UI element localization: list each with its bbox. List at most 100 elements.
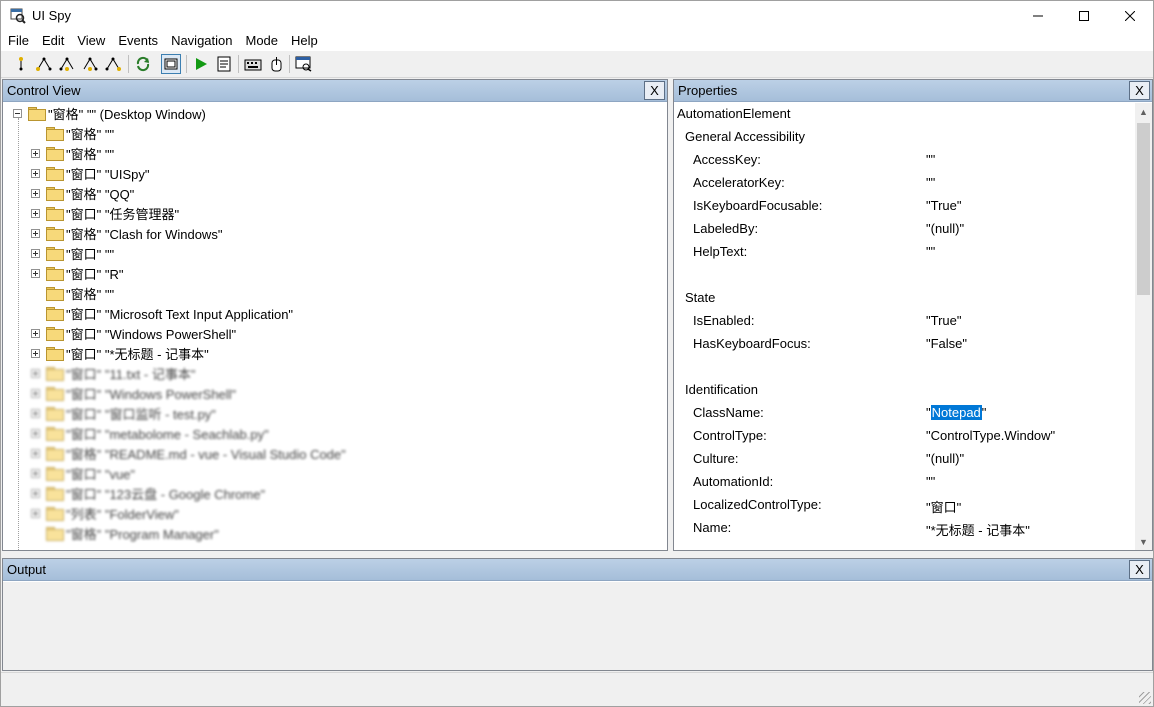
tree-item[interactable]: "窗格" "" [31, 143, 114, 163]
property-row[interactable]: LocalizedControlType: "窗口" [674, 494, 1134, 517]
scroll-down-icon[interactable]: ▼ [1135, 533, 1152, 550]
tree-item[interactable]: "窗格" "" [31, 123, 114, 143]
refresh-button[interactable] [133, 54, 153, 74]
tree-item-label: "窗口" "R" [66, 266, 124, 282]
expand-plus-icon[interactable] [31, 468, 40, 478]
toolbar-separator [128, 55, 129, 73]
tree-item[interactable]: "窗口" "Windows PowerShell" [31, 383, 236, 403]
expand-plus-icon[interactable] [31, 248, 40, 258]
property-row[interactable]: ClassName: "Notepad" [674, 402, 1134, 425]
minimize-button[interactable] [1015, 1, 1061, 31]
tree-item[interactable]: "窗口" "vue" [31, 463, 135, 483]
output-close-button[interactable]: X [1129, 560, 1150, 579]
property-root[interactable]: AutomationElement [674, 103, 1134, 126]
resize-grip-icon[interactable] [1139, 692, 1151, 704]
tree-item-label: "窗口" "123云盘 - Google Chrome" [66, 486, 266, 502]
menu-events[interactable]: Events [111, 31, 164, 51]
expand-plus-icon[interactable] [31, 388, 40, 398]
property-row[interactable]: AcceleratorKey: "" [674, 172, 1134, 195]
output-area[interactable] [3, 582, 1152, 670]
expand-plus-icon[interactable] [31, 508, 40, 518]
hover-mode-button[interactable] [266, 54, 286, 74]
property-row[interactable]: IsKeyboardFocusable: "True" [674, 195, 1134, 218]
expand-plus-icon[interactable] [31, 208, 40, 218]
expand-plus-icon[interactable] [31, 348, 40, 358]
navigate-previous-sibling-button[interactable] [80, 54, 100, 74]
refresh-icon [136, 56, 150, 72]
navigate-parent-button[interactable] [11, 54, 31, 74]
tree-item[interactable]: "窗口" "123云盘 - Google Chrome" [31, 483, 265, 503]
tree-item[interactable]: "窗格" "" (Desktop Window) [13, 103, 206, 123]
maximize-button[interactable] [1061, 1, 1107, 31]
highlight-rectangle-button[interactable] [161, 54, 181, 74]
menu-edit[interactable]: Edit [35, 31, 70, 51]
property-row[interactable]: Name: "*无标题 - 记事本" [674, 517, 1134, 540]
expand-plus-icon[interactable] [31, 368, 40, 378]
expand-plus-icon[interactable] [31, 228, 40, 238]
tree-item[interactable]: "窗格" "QQ" [31, 183, 134, 203]
selected-text[interactable]: Notepad [930, 405, 982, 420]
tree-item[interactable]: "窗口" "窗口监听 - test.py" [31, 403, 216, 423]
play-button[interactable] [191, 54, 211, 74]
tree-item[interactable]: "窗口" "*无标题 - 记事本" [31, 343, 209, 363]
keyboard-button[interactable] [243, 54, 263, 74]
menu-file[interactable]: File [1, 31, 35, 51]
property-group[interactable]: General Accessibility [674, 126, 1134, 149]
output-title: Output [7, 562, 47, 577]
tree-item[interactable]: "窗口" "" [31, 243, 114, 263]
property-row[interactable]: HelpText: "" [674, 241, 1134, 264]
expand-plus-icon[interactable] [31, 268, 40, 278]
tree-item[interactable]: "窗口" "UISpy" [31, 163, 149, 183]
expand-plus-icon[interactable] [31, 328, 40, 338]
expand-plus-icon[interactable] [31, 188, 40, 198]
properties-scrollbar[interactable]: ▲ ▼ [1135, 103, 1152, 550]
tree-item[interactable]: "窗格" "" [31, 283, 114, 303]
property-row[interactable]: ControlType: "ControlType.Window" [674, 425, 1134, 448]
tree-item[interactable]: "窗口" "R" [31, 263, 123, 283]
property-row[interactable]: IsEnabled: "True" [674, 310, 1134, 333]
close-button[interactable] [1107, 1, 1153, 31]
property-row[interactable]: HasKeyboardFocus: "False" [674, 333, 1134, 356]
tree-item[interactable]: "窗口" "metabolome - Seachlab.py" [31, 423, 269, 443]
tree-item[interactable]: "窗格" "README.md - vue - Visual Studio Co… [31, 443, 346, 463]
tree-item[interactable]: "窗口" "11.txt - 记事本" [31, 363, 195, 383]
menu-help[interactable]: Help [284, 31, 324, 51]
expand-plus-icon[interactable] [31, 448, 40, 458]
property-row[interactable]: LabeledBy: "(null)" [674, 218, 1134, 241]
collapse-minus-icon[interactable] [13, 108, 22, 118]
tree-item[interactable]: "窗格" "Program Manager" [31, 523, 219, 543]
menu-mode[interactable]: Mode [239, 31, 285, 51]
navigate-last-child-button[interactable] [103, 54, 123, 74]
tree-item[interactable]: "窗口" "任务管理器" [31, 203, 179, 223]
scroll-up-icon[interactable]: ▲ [1135, 103, 1152, 120]
tree-item[interactable]: "列表" "FolderView" [31, 503, 179, 523]
tree-item-label: "窗格" "" [66, 286, 115, 302]
property-row[interactable]: AutomationId: "" [674, 471, 1134, 494]
scroll-thumb[interactable] [1137, 123, 1150, 295]
tree-item[interactable]: "窗格" "Clash for Windows" [31, 223, 222, 243]
expand-plus-icon[interactable] [31, 428, 40, 438]
tree-item[interactable]: "窗口" "Microsoft Text Input Application" [31, 303, 293, 323]
control-view-close-button[interactable]: X [644, 81, 665, 100]
keyboard-icon [244, 59, 262, 71]
expand-plus-icon[interactable] [31, 148, 40, 158]
navigate-next-sibling-button[interactable] [57, 54, 77, 74]
expand-plus-icon[interactable] [31, 408, 40, 418]
focus-tracking-button[interactable] [294, 54, 314, 74]
property-value: "" [926, 175, 936, 190]
menu-view[interactable]: View [70, 31, 111, 51]
properties-button[interactable] [214, 54, 234, 74]
output-pane: Output X [2, 558, 1153, 671]
tree-item-label: "窗格" "" [66, 126, 115, 142]
properties-close-button[interactable]: X [1129, 81, 1150, 100]
navigate-previous-sibling-icon [83, 57, 98, 71]
tree-item[interactable]: "窗口" "Windows PowerShell" [31, 323, 236, 343]
property-group[interactable]: Identification [674, 379, 1134, 402]
property-row[interactable]: Culture: "(null)" [674, 448, 1134, 471]
expand-plus-icon[interactable] [31, 168, 40, 178]
property-group[interactable]: State [674, 287, 1134, 310]
menu-navigation[interactable]: Navigation [164, 31, 238, 51]
navigate-first-child-button[interactable] [34, 54, 54, 74]
expand-plus-icon[interactable] [31, 488, 40, 498]
property-row[interactable]: AccessKey: "" [674, 149, 1134, 172]
